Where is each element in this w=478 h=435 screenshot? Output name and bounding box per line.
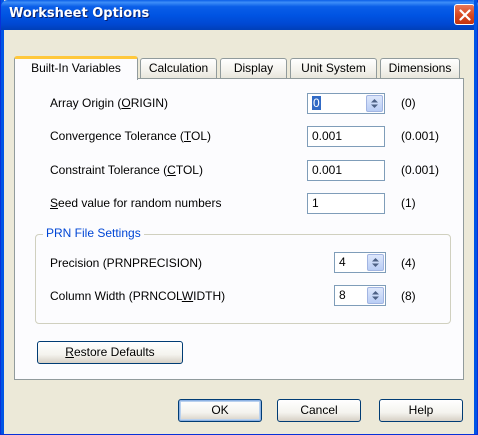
seed-input[interactable]: 1 bbox=[307, 193, 385, 214]
tab-dimensions[interactable]: Dimensions bbox=[380, 58, 460, 78]
precision-default: (4) bbox=[401, 256, 416, 270]
precision-spin-buttons[interactable] bbox=[367, 254, 384, 271]
column-width-label: Column Width (PRNCOLWIDTH) bbox=[50, 289, 226, 303]
ok-button[interactable]: OK bbox=[178, 399, 262, 422]
title-bar[interactable]: Worksheet Options bbox=[1, 0, 478, 30]
precision-value: 4 bbox=[339, 255, 346, 269]
array-origin-default: (0) bbox=[401, 96, 416, 110]
precision-spinner[interactable]: 4 bbox=[334, 252, 386, 273]
array-origin-value: 0 bbox=[312, 96, 321, 110]
restore-defaults-button[interactable]: Restore Defaults bbox=[37, 341, 183, 364]
column-width-spinner[interactable]: 8 bbox=[334, 285, 386, 306]
column-width-value: 8 bbox=[339, 288, 346, 302]
constraint-tolerance-default: (0.001) bbox=[401, 163, 440, 177]
tab-display[interactable]: Display bbox=[220, 58, 287, 78]
tab-built-in-variables[interactable]: Built-In Variables bbox=[14, 56, 138, 80]
prn-file-settings-group bbox=[35, 234, 451, 324]
column-width-default: (8) bbox=[401, 289, 416, 303]
array-origin-spin-buttons[interactable] bbox=[366, 95, 383, 112]
convergence-tolerance-default: (0.001) bbox=[401, 129, 440, 143]
seed-label: Seed value for random numbers bbox=[50, 196, 222, 210]
tab-unit-system[interactable]: Unit System bbox=[290, 58, 377, 78]
cancel-button[interactable]: Cancel bbox=[277, 399, 361, 422]
spin-arrows-icon bbox=[372, 258, 379, 267]
seed-default: (1) bbox=[401, 196, 416, 210]
spin-arrows-icon bbox=[372, 291, 379, 300]
array-origin-label: Array Origin (ORIGIN) bbox=[50, 96, 169, 110]
column-width-spin-buttons[interactable] bbox=[367, 287, 384, 304]
close-icon bbox=[459, 9, 471, 21]
close-button[interactable] bbox=[454, 4, 475, 25]
help-button[interactable]: Help bbox=[379, 399, 463, 422]
dialog-window: Worksheet Options Built-In Variables Cal… bbox=[0, 0, 478, 435]
window-title: Worksheet Options bbox=[9, 6, 150, 21]
precision-label: Precision (PRNPRECISION) bbox=[50, 256, 203, 270]
spin-arrows-icon bbox=[371, 99, 378, 108]
convergence-tolerance-label: Convergence Tolerance (TOL) bbox=[50, 129, 211, 143]
prn-group-title: PRN File Settings bbox=[43, 226, 144, 240]
tab-calculation[interactable]: Calculation bbox=[140, 58, 217, 78]
constraint-tolerance-label: Constraint Tolerance (CTOL) bbox=[50, 163, 203, 177]
array-origin-spinner[interactable]: 0 bbox=[307, 93, 385, 114]
convergence-tolerance-input[interactable]: 0.001 bbox=[307, 126, 385, 147]
constraint-tolerance-input[interactable]: 0.001 bbox=[307, 160, 385, 181]
